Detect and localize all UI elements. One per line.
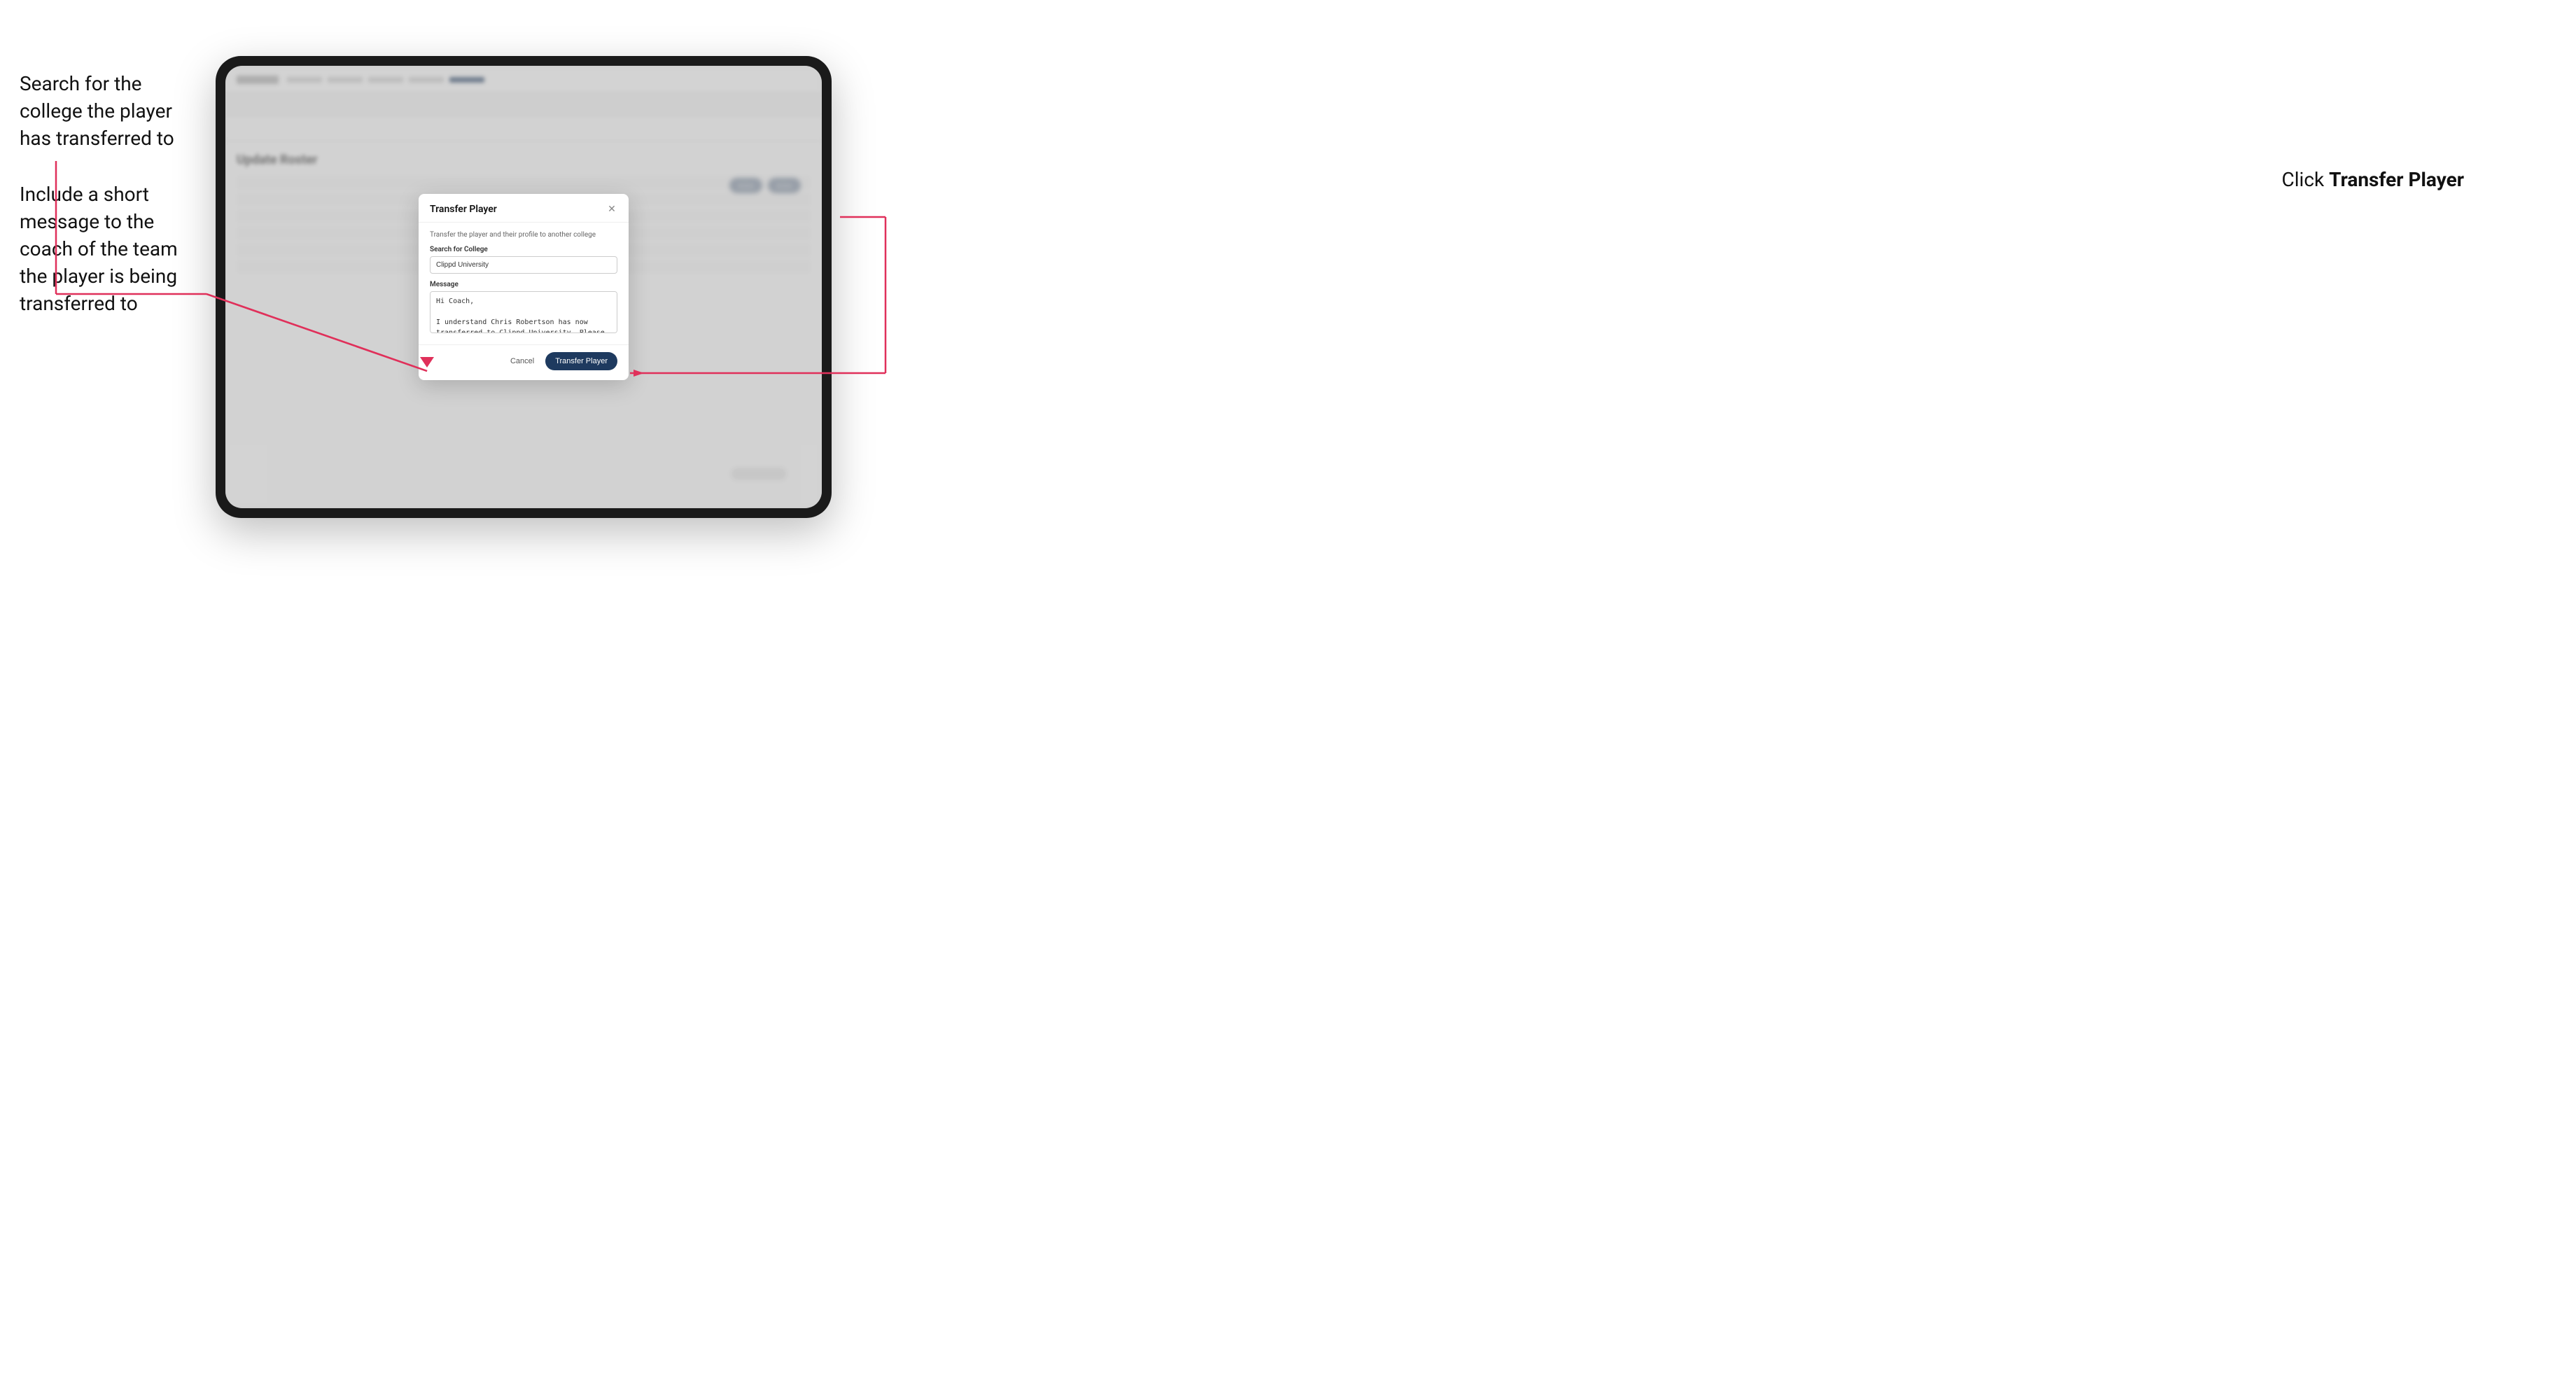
modal-title: Transfer Player [430,204,497,215]
transfer-player-button[interactable]: Transfer Player [545,352,617,370]
annotation-transfer-label: Transfer Player [2329,168,2464,191]
annotation-left-container: Search for the college the player has tr… [20,70,202,346]
search-college-label: Search for College [430,246,617,253]
modal-body: Transfer the player and their profile to… [419,223,629,344]
modal-subtitle: Transfer the player and their profile to… [430,231,617,239]
modal-footer: Cancel Transfer Player [419,344,629,380]
tablet-screen: Update Roster Action Action Transfer Pla… [225,66,822,508]
annotation-search-text: Search for the college the player has tr… [20,70,202,153]
annotation-right-container: Click Transfer Player [2282,168,2464,191]
search-college-input[interactable] [430,256,617,274]
transfer-player-modal: Transfer Player ✕ Transfer the player an… [419,194,629,380]
cancel-button[interactable]: Cancel [505,353,540,370]
message-textarea[interactable]: Hi Coach, I understand Chris Robertson h… [430,291,617,333]
message-label: Message [430,281,617,288]
modal-close-button[interactable]: ✕ [606,204,617,215]
tablet-device: Update Roster Action Action Transfer Pla… [216,56,832,518]
modal-overlay: Transfer Player ✕ Transfer the player an… [225,66,822,508]
modal-header: Transfer Player ✕ [419,194,629,223]
annotation-click-label: Click [2282,168,2330,191]
annotation-message-text: Include a short message to the coach of … [20,181,202,318]
